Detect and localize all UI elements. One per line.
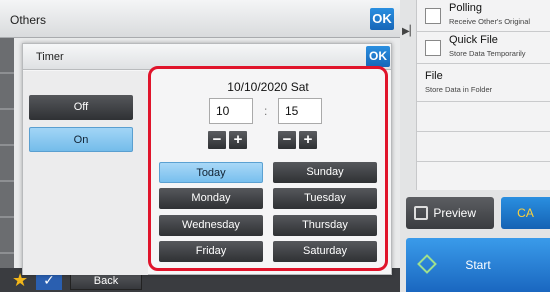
timer-dialog-title: Timer	[36, 51, 64, 63]
list-item-file[interactable]: File Store Data in Folder	[417, 64, 550, 102]
minute-increase-button[interactable]: +	[299, 131, 317, 149]
list-item-empty	[417, 102, 550, 132]
quick-file-checkbox[interactable]	[425, 40, 441, 56]
minute-field[interactable]: 15	[278, 98, 322, 124]
list-item-title: File	[425, 70, 443, 82]
day-button-today[interactable]: Today	[159, 162, 263, 183]
hour-increase-button[interactable]: +	[229, 131, 247, 149]
list-item-subtitle: Store Data Temporarily	[449, 49, 526, 58]
minute-decrease-button[interactable]: −	[278, 131, 296, 149]
list-item-subtitle: Receive Other's Original	[449, 17, 531, 26]
hour-decrease-button[interactable]: −	[208, 131, 226, 149]
day-button-monday[interactable]: Monday	[159, 188, 263, 209]
list-item-quick-file[interactable]: Quick File Store Data Temporarily	[417, 32, 550, 64]
timer-on-button[interactable]: On	[29, 127, 133, 152]
time-colon: :	[264, 104, 268, 118]
start-icon	[417, 254, 437, 274]
day-button-wednesday[interactable]: Wednesday	[159, 215, 263, 236]
preview-icon	[414, 206, 428, 220]
screen-ok-button[interactable]: OK	[370, 8, 394, 30]
start-label: Start	[465, 258, 491, 272]
day-button-tuesday[interactable]: Tuesday	[273, 188, 377, 209]
hour-field[interactable]: 10	[209, 98, 253, 124]
preview-label: Preview	[433, 206, 476, 220]
screen-header: Others OK	[0, 0, 400, 38]
polling-checkbox[interactable]	[425, 8, 441, 24]
day-button-thursday[interactable]: Thursday	[273, 215, 377, 236]
list-item-subtitle: Store Data in Folder	[425, 85, 493, 94]
timer-settings-frame: 10/10/2020 Sat 10 : 15 − + − + Today Sun…	[148, 66, 388, 271]
clear-all-button[interactable]: CA	[501, 197, 550, 229]
list-item-polling[interactable]: Polling Receive Other's Original	[417, 0, 550, 32]
day-button-friday[interactable]: Friday	[159, 241, 263, 262]
day-button-sunday[interactable]: Sunday	[273, 162, 377, 183]
screen-title: Others	[10, 13, 47, 27]
list-item-title: Quick File	[449, 34, 498, 46]
background-tabs-strip	[0, 38, 14, 268]
timer-off-button[interactable]: Off	[29, 95, 133, 120]
list-item-title: Polling	[449, 2, 483, 14]
list-item-empty	[417, 132, 550, 162]
timer-ok-button[interactable]: OK	[366, 46, 390, 67]
day-button-saturday[interactable]: Saturday	[273, 241, 377, 262]
preview-button[interactable]: Preview	[406, 197, 494, 229]
timer-date-label: 10/10/2020 Sat	[227, 80, 309, 94]
start-button[interactable]: Start	[406, 238, 550, 292]
other-functions-list: Polling Receive Other's Original Quick F…	[416, 0, 550, 190]
